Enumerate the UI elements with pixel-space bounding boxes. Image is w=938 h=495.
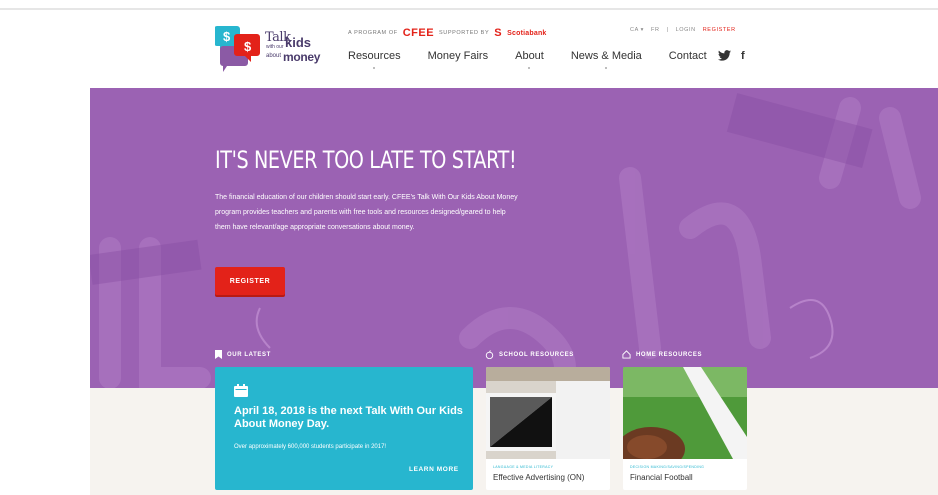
apple-icon [485,350,494,359]
register-link[interactable]: REGISTER [703,27,736,33]
twitter-icon[interactable] [718,50,731,61]
latest-title: April 18, 2018 is the next Talk With Our… [234,405,463,430]
bookmark-icon [215,350,222,359]
section-home-resources: HOME RESOURCES [622,350,702,359]
hero-background-art [90,93,921,388]
resource-title: Financial Football [630,473,693,482]
submenu-dot-icon [605,67,608,69]
logo-money: money [283,50,321,64]
hero-title: IT'S NEVER TOO LATE TO START! [215,146,517,174]
submenu-dot-icon [528,67,531,69]
hero-banner: IT'S NEVER TOO LATE TO START! The financ… [90,88,938,388]
section-label: HOME RESOURCES [636,351,703,358]
cfee-logo[interactable]: CFEE [403,27,434,39]
scotiabank-s-icon: S [494,27,503,39]
home-icon [622,350,631,359]
util-separator: | [666,27,669,33]
section-our-latest: OUR LATEST [215,350,271,359]
svg-text:$: $ [223,29,231,44]
nav-contact[interactable]: Contact [669,50,707,62]
nav-about[interactable]: About [515,50,544,69]
svg-text:$: $ [244,39,252,54]
program-prefix: A PROGRAM OF [348,30,398,36]
resource-category: DECISION MAKING/SAVING/SPENDING [630,465,705,469]
latest-news-card[interactable]: April 18, 2018 is the next Talk With Our… [215,367,473,490]
facebook-icon[interactable]: f [741,50,745,62]
resource-category: LANGUAGE & MEDIA LITERACY [493,465,554,469]
main-nav: Resources Money Fairs About News & Media… [348,50,734,69]
submenu-dot-icon [373,67,376,69]
login-link[interactable]: LOGIN [676,27,696,33]
hero-description: The financial education of our children … [215,194,518,231]
section-school-resources: SCHOOL RESOURCES [485,350,574,359]
scotiabank-logo[interactable]: Scotiabank [507,30,546,37]
supported-by: SUPPORTED BY [439,30,490,36]
calendar-icon [234,384,248,397]
tablet-image [486,367,610,459]
resource-card-financial-football[interactable]: DECISION MAKING/SAVING/SPENDING Financia… [623,367,747,490]
utility-links: CA ▾ FR | LOGIN REGISTER [630,27,736,33]
learn-more-link[interactable]: LEARN MORE [409,466,459,473]
football-image [623,367,747,459]
site-header: $ $ Talk kids with our money about A PRO… [0,10,938,88]
program-credits: A PROGRAM OF CFEE SUPPORTED BY S Scotiab… [348,27,547,39]
nav-money-fairs[interactable]: Money Fairs [428,50,489,62]
social-links: f [718,50,745,62]
section-label: OUR LATEST [227,351,271,358]
nav-resources[interactable]: Resources [348,50,401,69]
site-logo[interactable]: $ $ Talk kids with our money about [215,22,335,82]
latest-subtitle: Over approximately 600,000 students part… [234,444,387,450]
logo-about: about [266,53,282,59]
resource-title: Effective Advertising (ON) [493,473,585,482]
logo-with-our: with our [266,44,284,50]
resource-card-effective-advertising[interactable]: LANGUAGE & MEDIA LITERACY Effective Adve… [486,367,610,490]
logo-kids: kids [285,35,312,50]
nav-news-media[interactable]: News & Media [571,50,642,69]
language-fr-link[interactable]: FR [651,27,660,33]
speech-bubbles-icon: $ $ [215,26,260,72]
region-selector[interactable]: CA ▾ [630,27,644,33]
section-label: SCHOOL RESOURCES [499,351,574,358]
register-button[interactable]: REGISTER [215,267,285,295]
